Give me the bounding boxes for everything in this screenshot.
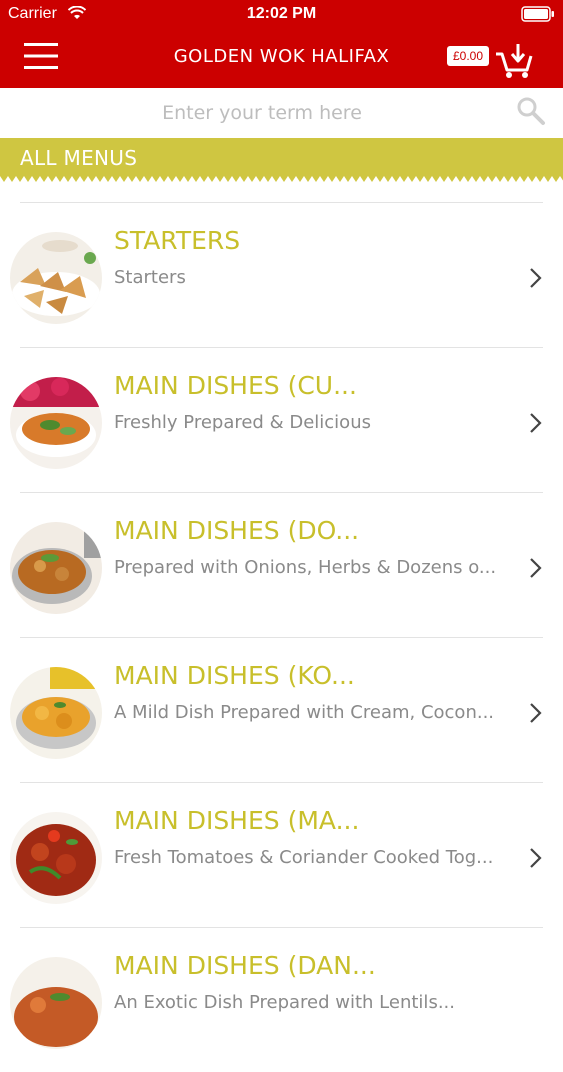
cart-total-badge[interactable]: £0.00 — [447, 46, 490, 66]
item-subtitle: Fresh Tomatoes & Coriander Cooked Tog... — [114, 847, 494, 868]
item-subtitle: Freshly Prepared & Delicious — [114, 412, 371, 433]
search-bar — [0, 88, 563, 139]
list-item-main-dishes-cu[interactable]: MAIN DISHES (CU... Freshly Prepared & De… — [0, 347, 563, 492]
all-menus-banner: ALL MENUS — [0, 138, 563, 176]
korma-bowl-image — [10, 667, 102, 759]
chevron-right-icon — [530, 413, 542, 433]
item-title: MAIN DISHES (CU... — [114, 371, 357, 400]
nav-bar: GOLDEN WOK HALIFAX £0.00 — [0, 30, 563, 88]
banner-zigzag-edge — [0, 176, 563, 182]
dopiaza-pot-image — [10, 522, 102, 614]
status-time: 12:02 PM — [246, 5, 317, 22]
list-item-starters[interactable]: STARTERS Starters — [0, 202, 563, 347]
top-bar: Carrier 12:02 PM GOLDEN WOK HALIFAX £0.0… — [0, 0, 563, 88]
chevron-right-icon — [530, 268, 542, 288]
search-icon[interactable] — [516, 96, 546, 126]
item-title: STARTERS — [114, 226, 241, 255]
starters-image — [10, 232, 102, 324]
list-item-main-dishes-do[interactable]: MAIN DISHES (DO... Prepared with Onions,… — [0, 492, 563, 637]
chevron-right-icon — [530, 848, 542, 868]
curry-bowl-image — [10, 377, 102, 469]
chevron-right-icon — [530, 703, 542, 723]
item-subtitle: Starters — [114, 267, 186, 288]
status-bar: Carrier 12:02 PM — [0, 0, 563, 30]
madras-plate-image — [10, 812, 102, 904]
list-item-main-dishes-ma[interactable]: MAIN DISHES (MA... Fresh Tomatoes & Cori… — [0, 782, 563, 927]
battery-icon — [521, 6, 554, 22]
item-subtitle: A Mild Dish Prepared with Cream, Cocon..… — [114, 702, 495, 723]
list-item-main-dishes-ko[interactable]: MAIN DISHES (KO... A Mild Dish Prepared … — [0, 637, 563, 782]
chevron-right-icon — [530, 558, 542, 578]
cart-icon[interactable] — [494, 42, 534, 80]
item-subtitle: Prepared with Onions, Herbs & Dozens o..… — [114, 557, 497, 578]
item-title: MAIN DISHES (MA... — [114, 806, 360, 835]
item-title: MAIN DISHES (DAN... — [114, 951, 376, 980]
section-label: ALL MENUS — [20, 146, 138, 170]
item-title: MAIN DISHES (DO... — [114, 516, 360, 545]
item-subtitle: An Exotic Dish Prepared with Lentils... — [114, 992, 455, 1013]
search-input[interactable] — [20, 94, 504, 132]
item-title: MAIN DISHES (KO... — [114, 661, 355, 690]
dansak-dish-image — [10, 957, 102, 1049]
